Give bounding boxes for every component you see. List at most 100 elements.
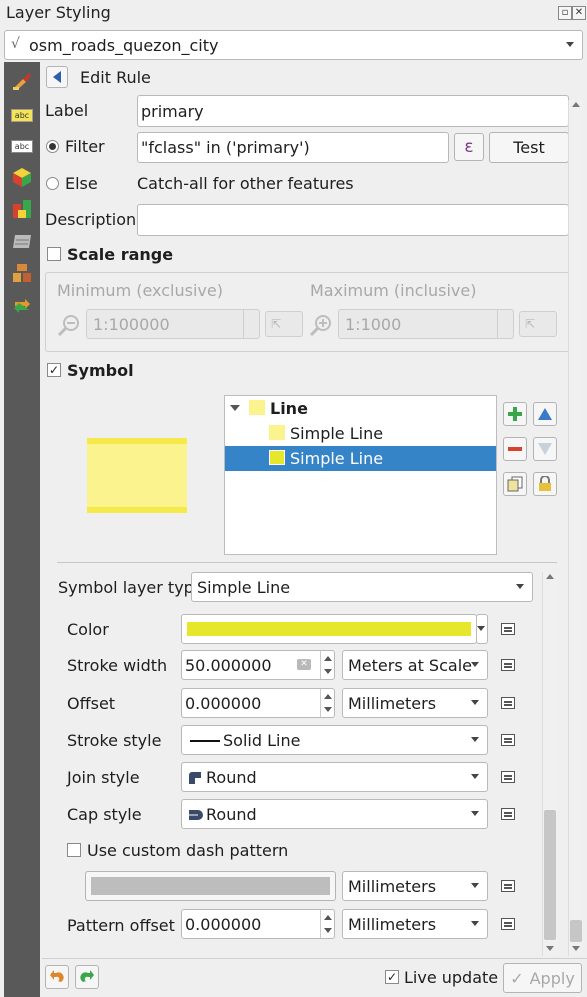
- scrollbar-thumb[interactable]: [570, 920, 582, 942]
- dash-pattern-button[interactable]: [85, 871, 336, 901]
- style-manager-icon[interactable]: [9, 262, 35, 284]
- masks-icon[interactable]: abc: [9, 135, 35, 157]
- symbol-checkbox[interactable]: ✓: [47, 363, 61, 377]
- live-update-checkbox[interactable]: ✓: [385, 970, 399, 984]
- dash-unit-combo[interactable]: Millimeters: [342, 871, 488, 901]
- scale-min-caption: Minimum (exclusive): [57, 281, 223, 300]
- round-join-icon: [189, 772, 201, 784]
- divider: [57, 562, 557, 563]
- cap-style-value: Round: [206, 805, 257, 824]
- redo-button[interactable]: [75, 965, 99, 989]
- scroll-up-icon[interactable]: [572, 102, 580, 107]
- scale-max-combo[interactable]: 1:1000: [338, 309, 514, 339]
- symbology-icon[interactable]: [9, 70, 35, 92]
- custom-dash-checkbox[interactable]: [67, 843, 81, 857]
- diagrams-icon[interactable]: [9, 198, 35, 220]
- label-caption: Label: [45, 101, 89, 120]
- symbol-layer-type-combo[interactable]: Simple Line: [191, 572, 533, 602]
- panel-title: Layer Styling: [6, 3, 111, 22]
- spin-arrows-icon[interactable]: [320, 689, 334, 717]
- data-defined-override-icon[interactable]: [500, 916, 518, 932]
- symbol-preview: [87, 438, 187, 513]
- chevron-down-icon: [471, 883, 479, 888]
- float-icon[interactable]: ▫: [558, 6, 572, 20]
- back-arrow-icon: [53, 71, 61, 83]
- description-caption: Description: [45, 210, 137, 229]
- filter-expression-input[interactable]: "fclass" in ('primary'): [137, 132, 449, 163]
- offset-spinbox[interactable]: 0.000000: [181, 688, 335, 718]
- footer-divider: [42, 958, 587, 959]
- color-caption: Color: [67, 620, 109, 639]
- tree-item-selected[interactable]: Simple Line: [225, 446, 496, 471]
- pattern-offset-caption: Pattern offset: [67, 916, 175, 935]
- spin-arrows-icon[interactable]: [320, 910, 334, 938]
- data-defined-override-icon[interactable]: [500, 695, 518, 711]
- spin-arrows-icon[interactable]: [320, 651, 334, 679]
- scale-min-from-map-button[interactable]: ⇱: [265, 311, 303, 337]
- move-up-button[interactable]: [533, 402, 557, 426]
- filter-radio[interactable]: [46, 140, 59, 153]
- data-defined-override-icon[interactable]: [500, 806, 518, 822]
- back-button[interactable]: [46, 66, 68, 88]
- test-button[interactable]: Test: [489, 132, 569, 163]
- clear-icon[interactable]: ✕: [297, 659, 311, 670]
- scale-range-checkbox[interactable]: [47, 247, 61, 261]
- layer-selector[interactable]: √ osm_roads_quezon_city: [4, 30, 583, 60]
- current-scale-icon: ⇱: [271, 317, 282, 331]
- pattern-offset-unit-combo[interactable]: Millimeters: [342, 909, 488, 939]
- stroke-width-spinbox[interactable]: 50.000000 ✕: [181, 650, 335, 680]
- lock-layer-button[interactable]: [533, 472, 557, 496]
- tree-item-line[interactable]: Line: [270, 399, 308, 418]
- join-style-combo[interactable]: Round: [181, 762, 488, 792]
- data-defined-override-icon[interactable]: [500, 878, 518, 894]
- line-swatch-icon: [269, 450, 285, 465]
- 3d-view-icon[interactable]: [9, 166, 35, 188]
- panel-scrollbar[interactable]: [568, 100, 582, 956]
- zoom-out-icon: [56, 313, 82, 341]
- stroke-style-combo[interactable]: Solid Line: [181, 725, 488, 755]
- apply-label: Apply: [529, 968, 575, 988]
- label-input[interactable]: primary: [137, 95, 569, 127]
- data-defined-override-icon[interactable]: [500, 732, 518, 748]
- scroll-up-icon[interactable]: [546, 574, 554, 579]
- else-radio[interactable]: [46, 177, 59, 190]
- data-defined-override-icon[interactable]: [500, 621, 518, 637]
- duplicate-layer-button[interactable]: [503, 472, 527, 496]
- scrollbar-thumb[interactable]: [544, 810, 556, 940]
- tree-item-simple-line-1[interactable]: Simple Line: [290, 424, 383, 443]
- solid-line-icon: [190, 740, 220, 742]
- scroll-down-icon[interactable]: [546, 946, 554, 951]
- pattern-offset-spinbox[interactable]: 0.000000: [181, 909, 335, 939]
- history-icon[interactable]: [9, 294, 35, 316]
- layer-name: osm_roads_quezon_city: [29, 36, 219, 55]
- close-icon[interactable]: ✕: [572, 6, 586, 20]
- properties-scrollbar[interactable]: [542, 572, 557, 956]
- color-menu-button[interactable]: [476, 614, 488, 644]
- data-defined-override-icon[interactable]: [500, 769, 518, 785]
- apply-button[interactable]: ✓ Apply: [503, 963, 582, 993]
- offset-unit-combo[interactable]: Millimeters: [342, 688, 488, 718]
- labels-icon[interactable]: abc: [9, 104, 35, 126]
- add-layer-button[interactable]: [503, 402, 527, 426]
- description-input[interactable]: [137, 204, 569, 236]
- scale-max-caption: Maximum (inclusive): [310, 281, 477, 300]
- dash-pattern-preview: [91, 877, 330, 895]
- scale-max-from-map-button[interactable]: ⇱: [519, 311, 557, 337]
- minus-icon: [508, 447, 522, 451]
- symbol-layer-tree[interactable]: Line Simple Line Simple Line: [224, 395, 497, 555]
- data-defined-override-icon[interactable]: [500, 657, 518, 673]
- chevron-down-icon: [230, 405, 240, 411]
- scroll-down-icon[interactable]: [572, 946, 580, 951]
- move-down-button[interactable]: [533, 437, 557, 461]
- color-button[interactable]: [181, 614, 477, 644]
- layer-rendering-icon[interactable]: [9, 230, 35, 252]
- remove-layer-button[interactable]: [503, 437, 527, 461]
- cap-style-combo[interactable]: Round: [181, 799, 488, 829]
- stroke-width-unit-combo[interactable]: Meters at Scale: [342, 650, 488, 680]
- scale-min-value: 1:100000: [93, 315, 170, 334]
- chevron-down-icon: [471, 700, 479, 705]
- scale-min-combo[interactable]: 1:100000: [86, 309, 260, 339]
- undo-button[interactable]: [45, 965, 69, 989]
- expression-builder-button[interactable]: ε: [454, 133, 484, 161]
- pattern-offset-value: 0.000000: [185, 914, 262, 934]
